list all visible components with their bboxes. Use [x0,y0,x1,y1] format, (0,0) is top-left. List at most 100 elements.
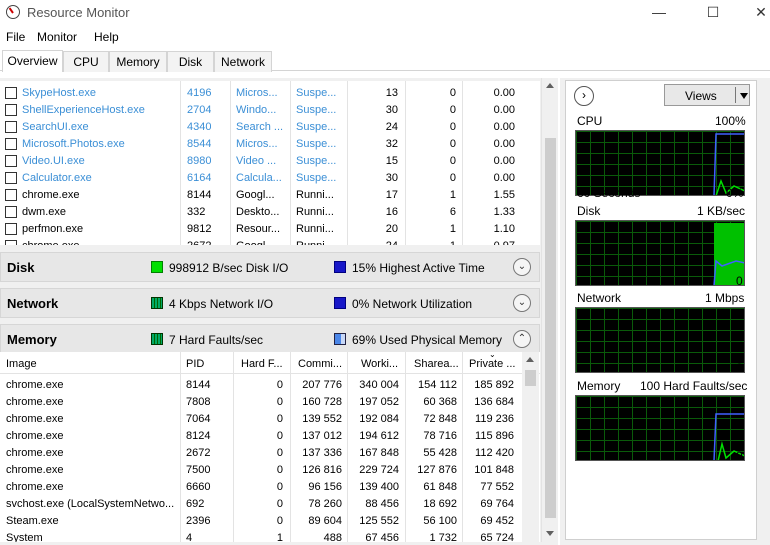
process-checkbox[interactable] [5,121,17,133]
memory-row[interactable]: chrome.exe 7500 0 126 816 229 724 127 876 101 … [0,462,524,479]
memory-cell: 126 816 [302,464,342,476]
maximize-button[interactable]: ☐ [690,0,736,26]
memory-cell: 692 [186,498,205,510]
cpu-graph-label: CPU [577,114,603,128]
column-header-hard-faults[interactable]: Hard F... [241,358,283,370]
process-checkbox[interactable] [5,138,17,150]
process-row[interactable]: perfmon.exe 9812 Resour... Runni... 20 1 1.10 [0,221,540,238]
chevron-up-icon[interactable]: ⌃ [513,330,531,348]
process-row[interactable]: Video.UI.exe 8980 Video ... Suspe... 15 0 0.00 [0,153,540,170]
process-row[interactable]: SearchUI.exe 4340 Search ... Suspe... 24 0 0.0… [0,119,540,136]
process-status: Suspe... [296,121,337,133]
memory-row[interactable]: chrome.exe 8124 0 137 012 194 612 78 716 115 8… [0,428,524,445]
memory-table-scrollbar[interactable] [522,352,539,542]
process-checkbox[interactable] [5,223,17,235]
process-row[interactable]: Calculator.exe 6164 Calcula... Suspe... 30 0 0… [0,170,540,187]
memory-row[interactable]: chrome.exe 8144 0 207 776 340 004 154 112 185 … [0,377,524,394]
process-checkbox[interactable] [5,189,17,201]
chevron-down-icon[interactable]: ⌄ [513,294,531,312]
tab-disk[interactable]: Disk [167,51,214,72]
memory-row[interactable]: Steam.exe 2396 0 89 604 125 552 56 100 69 452 [0,513,524,530]
views-dropdown[interactable]: Views [664,84,750,106]
memory-row[interactable]: chrome.exe 2672 0 137 336 167 848 55 428 112 4… [0,445,524,462]
process-avg-cpu: 1.10 [493,223,515,235]
disk-section-header[interactable]: Disk 998912 B/sec Disk I/O 15% Highest A… [0,252,540,282]
memory-cell: 88 456 [365,498,399,510]
column-header-private[interactable]: Private ... [469,358,515,370]
menu-help[interactable]: Help [94,30,119,44]
column-header-pid[interactable]: PID [186,358,204,370]
network-util-legend-icon [334,297,346,309]
memory-cell: 0 [276,447,283,459]
memory-faults-value: 7 Hard Faults/sec [169,333,264,347]
process-checkbox[interactable] [5,104,17,116]
memory-cell: 119 236 [475,413,514,425]
memory-graph-max: 100 Hard Faults/sec [640,379,748,393]
tab-overview[interactable]: Overview [2,50,63,72]
memory-section-header[interactable]: Memory 7 Hard Faults/sec 69% Used Physic… [0,324,540,354]
memory-cell: 101 848 [474,464,514,476]
process-pid: 4340 [187,121,212,133]
memory-row[interactable]: System 4 1 488 67 456 1 732 65 724 [0,530,524,542]
process-row[interactable]: chrome.exe 2672 Googl... Runni... 24 1 0.97 [0,238,540,245]
tab-cpu[interactable]: CPU [63,51,109,72]
memory-row[interactable]: svchost.exe (LocalSystemNetwo... 692 0 78 2… [0,496,524,513]
collapse-graphs-button[interactable]: › [574,86,594,106]
overview-scrollbar[interactable] [541,78,558,542]
process-pid: 2672 [187,240,211,245]
process-threads: 30 [385,104,398,116]
disk-graph-max: 1 KB/sec [697,204,746,218]
tab-network[interactable]: Network [214,51,272,72]
process-checkbox[interactable] [5,172,17,184]
process-pid: 4196 [187,87,212,99]
memory-cell: 6660 [186,481,211,493]
menu-monitor[interactable]: Monitor [37,30,77,44]
minimize-button[interactable]: — [636,0,682,26]
network-section-header[interactable]: Network 4 Kbps Network I/O 0% Network Ut… [0,288,540,318]
memory-row[interactable]: chrome.exe 7064 0 139 552 192 084 72 848 119 2… [0,411,524,428]
memory-cell: 0 [276,430,283,442]
tab-memory[interactable]: Memory [109,51,167,72]
column-header-working[interactable]: Worki... [361,358,398,370]
memory-row[interactable]: chrome.exe 6660 0 96 156 139 400 61 848 77 552 [0,479,524,496]
memory-cell: 7500 [186,464,211,476]
column-header-image[interactable]: Image [6,358,37,370]
process-row[interactable]: SkypeHost.exe 4196 Micros... Suspe... 13 0 0.0… [0,85,540,102]
memory-cell: 112 420 [475,447,514,459]
process-checkbox[interactable] [5,240,17,245]
column-header-shareable[interactable]: Sharea... [414,358,459,370]
memory-cell: 18 692 [423,498,457,510]
process-row[interactable]: Microsoft.Photos.exe 8544 Micros... Suspe..… [0,136,540,153]
memory-cell: 197 052 [359,396,399,408]
process-checkbox[interactable] [5,155,17,167]
process-avg-cpu: 0.00 [493,104,515,116]
memory-cell: 125 552 [359,515,399,527]
memory-cell: 56 100 [423,515,457,527]
process-description: Video ... [236,155,277,167]
memory-cell: 78 260 [308,498,342,510]
process-avg-cpu: 0.00 [493,155,515,167]
menu-file[interactable]: File [6,30,25,44]
memory-cell: chrome.exe [6,379,64,391]
memory-graph [575,395,745,461]
process-checkbox[interactable] [5,87,17,99]
memory-row[interactable]: chrome.exe 7808 0 160 728 197 052 60 368 136 6… [0,394,524,411]
column-header-commit[interactable]: Commi... [298,358,342,370]
memory-cell: 2396 [186,515,211,527]
memory-cell: 0 [276,464,283,476]
memory-cell: 55 428 [423,447,457,459]
memory-used-value: 69% Used Physical Memory [352,333,503,347]
memory-cell: 0 [276,413,283,425]
close-button[interactable]: ✕ [738,0,770,26]
network-section-title: Network [7,296,59,311]
process-row[interactable]: dwm.exe 332 Deskto... Runni... 16 6 1.33 [0,204,540,221]
process-row[interactable]: ShellExperienceHost.exe 2704 Windo... Suspe… [0,102,540,119]
process-image: ShellExperienceHost.exe [22,104,145,116]
process-status: Suspe... [296,87,337,99]
process-row[interactable]: chrome.exe 8144 Googl... Runni... 17 1 1.55 [0,187,540,204]
memory-cell: 1 732 [429,532,457,542]
process-checkbox[interactable] [5,206,17,218]
chevron-down-icon[interactable]: ⌄ [513,258,531,276]
process-image: perfmon.exe [22,223,84,235]
memory-cell: chrome.exe [6,447,64,459]
